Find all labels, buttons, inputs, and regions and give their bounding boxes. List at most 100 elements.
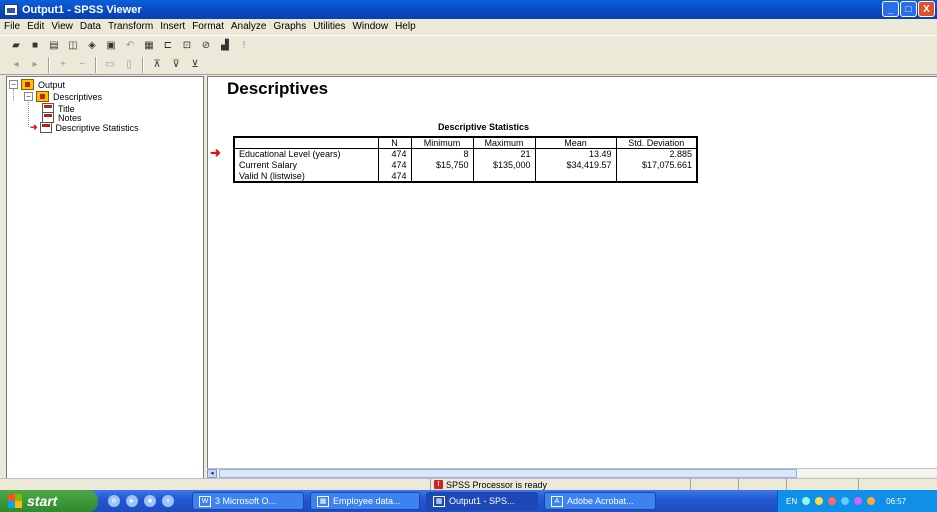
menu-graphs[interactable]: Graphs (273, 21, 306, 32)
window-controls: _ □ X (882, 1, 935, 17)
network-icon[interactable] (802, 497, 811, 505)
menu-data[interactable]: Data (80, 21, 101, 32)
show-icon[interactable]: ▭ (102, 57, 118, 73)
clock[interactable]: 06:57 (886, 497, 906, 506)
task-output1[interactable]: ▦ Output1 - SPS... (426, 492, 538, 510)
tree-node-descriptives[interactable]: − Descriptives (24, 91, 102, 102)
open-icon[interactable]: ▰ (8, 38, 24, 54)
toolbar-separator (142, 56, 144, 73)
acrobat-icon: A (551, 495, 563, 507)
collapse-icon[interactable]: − (74, 57, 90, 73)
find-icon[interactable]: ⊘ (198, 38, 214, 54)
insert-text-icon[interactable]: ⊻ (187, 57, 203, 73)
tree-label-output: Output (38, 79, 66, 90)
task-adobe-acrobat[interactable]: A Adobe Acrobat... (544, 492, 656, 510)
tray-app-icon[interactable] (815, 497, 824, 505)
print-preview-icon[interactable]: ◫ (65, 38, 81, 54)
undo-icon[interactable]: ↶ (122, 38, 138, 54)
output-content-pane: Descriptives Descriptive Statistics ➜ N … (207, 76, 937, 468)
select-cases-icon[interactable]: ▟ (217, 38, 233, 54)
promote-icon[interactable]: ◂ (8, 57, 24, 73)
tree-node-output[interactable]: − Output (9, 79, 65, 90)
column-header: Std. Deviation (615, 136, 698, 149)
goto-case-icon[interactable]: ⊏ (160, 38, 176, 54)
column-header (233, 136, 379, 149)
collapse-toggle-icon[interactable]: − (9, 80, 18, 89)
internet-explorer-icon[interactable]: e (108, 495, 120, 507)
cell-mean: $34,419.57 (534, 159, 617, 171)
save-icon[interactable]: ■ (27, 38, 43, 54)
hide-icon[interactable]: ▯ (121, 57, 137, 73)
antivirus-icon[interactable] (828, 497, 837, 505)
collapse-toggle-icon[interactable]: − (24, 92, 33, 101)
scrollbar-thumb[interactable] (219, 469, 797, 478)
table-header-row: N Minimum Maximum Mean Std. Deviation (233, 136, 698, 149)
dialog-recall-icon[interactable]: ▣ (103, 38, 119, 54)
windows-logo-icon (8, 494, 22, 508)
task-label: Employee data... (333, 496, 401, 506)
word-icon: W (199, 495, 211, 507)
menu-help[interactable]: Help (395, 21, 416, 32)
cell-n: 474 (377, 148, 412, 160)
print-icon[interactable]: ▤ (46, 38, 62, 54)
menu-window[interactable]: Window (352, 21, 388, 32)
language-indicator[interactable]: EN (786, 497, 797, 506)
menu-utilities[interactable]: Utilities (313, 21, 345, 32)
column-header: Mean (534, 136, 617, 149)
minimize-button[interactable]: _ (882, 1, 899, 17)
cell-std-deviation (615, 170, 698, 182)
quick-launch: e ▸ ● ▪ (108, 495, 174, 507)
demote-icon[interactable]: ▸ (27, 57, 43, 73)
toolbar-separator (95, 56, 97, 73)
start-button[interactable]: start (0, 490, 98, 512)
task-label: Output1 - SPS... (449, 496, 515, 506)
media-player-icon[interactable]: ▸ (126, 495, 138, 507)
task-microsoft-office[interactable]: W 3 Microsoft O... (192, 492, 304, 510)
status-cell (786, 479, 834, 490)
spss-output-icon: ▦ (433, 495, 445, 507)
status-cell (690, 479, 738, 490)
menu-view[interactable]: View (51, 21, 73, 32)
current-item-arrow-icon: ➜ (210, 145, 221, 160)
current-item-arrow-icon: ➜ (30, 122, 38, 132)
insert-title-icon[interactable]: ⊽ (168, 57, 184, 73)
goto-data-icon[interactable]: ▦ (141, 38, 157, 54)
row-label: Valid N (listwise) (233, 170, 379, 182)
status-bar: ! SPSS Processor is ready (0, 478, 937, 490)
status-text: SPSS Processor is ready (446, 479, 548, 490)
menu-file[interactable]: File (4, 21, 20, 32)
table-row: Valid N (listwise) 474 (233, 170, 698, 182)
menu-format[interactable]: Format (192, 21, 224, 32)
title-bar: Output1 - SPSS Viewer _ □ X (0, 0, 937, 19)
show-desktop-icon[interactable]: ▪ (162, 495, 174, 507)
spss-app-icon[interactable] (4, 3, 18, 16)
variables-icon[interactable]: ⊡ (179, 38, 195, 54)
maximize-button[interactable]: □ (900, 1, 917, 17)
close-button[interactable]: X (918, 1, 935, 17)
menu-transform[interactable]: Transform (108, 21, 153, 32)
menu-insert[interactable]: Insert (160, 21, 185, 32)
cell-std-deviation: $17,075.661 (615, 159, 698, 171)
task-employee-data[interactable]: ▦ Employee data... (310, 492, 420, 510)
main-toolbar: ▰ ■ ▤ ◫ ◈ ▣ ↶ ▦ ⊏ ⊡ ⊘ ▟ ! (0, 35, 937, 55)
export-icon[interactable]: ◈ (84, 38, 100, 54)
task-label: 3 Microsoft O... (215, 496, 277, 506)
volume-icon[interactable] (841, 497, 850, 505)
menu-analyze[interactable]: Analyze (231, 21, 267, 32)
expand-icon[interactable]: + (55, 57, 71, 73)
designate-window-icon[interactable]: ! (236, 38, 252, 54)
menu-edit[interactable]: Edit (27, 21, 44, 32)
tray-app-icon[interactable] (867, 497, 876, 505)
tree-node-descriptive-statistics[interactable]: ➜ Descriptive Statistics (30, 122, 139, 133)
descriptive-statistics-table[interactable]: N Minimum Maximum Mean Std. Deviation Ed… (233, 136, 698, 183)
processor-status-icon: ! (434, 480, 443, 489)
scroll-left-icon[interactable]: ◂ (207, 469, 217, 478)
cell-mean (534, 170, 617, 182)
cell-maximum: $135,000 (472, 159, 536, 171)
output-heading: Descriptives (227, 79, 329, 98)
horizontal-scrollbar[interactable]: ◂ (207, 468, 937, 478)
messenger-icon[interactable]: ● (144, 495, 156, 507)
tray-app-icon[interactable] (854, 497, 863, 505)
cell-maximum (472, 170, 536, 182)
insert-heading-icon[interactable]: ⊼ (149, 57, 165, 73)
